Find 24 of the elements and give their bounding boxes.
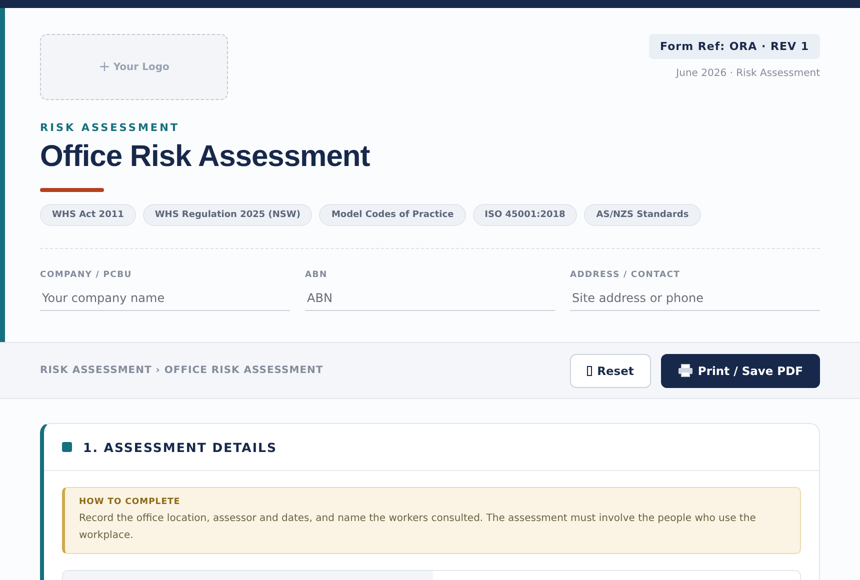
input-field[interactable]: Site address or phone xyxy=(570,287,820,311)
note-heading: HOW TO COMPLETE xyxy=(79,497,182,507)
standard-tag: ISO 45001:2018 xyxy=(472,204,578,226)
printer-icon xyxy=(678,364,693,377)
square-icon xyxy=(62,442,72,452)
print-button[interactable]: Print / Save PDF xyxy=(660,354,820,388)
field-label: ABN xyxy=(305,270,328,280)
section-title: 1. ASSESSMENT DETAILS xyxy=(83,440,277,454)
field-label: ADDRESS / CONTACT xyxy=(570,270,682,280)
standard-tag: Model Codes of Practice xyxy=(319,204,466,226)
date-line: June 2026 · Risk Assessment xyxy=(676,68,820,79)
breadcrumb: RISK ASSESSMENT › OFFICE RISK ASSESSMENT xyxy=(40,365,324,376)
eyebrow-label: RISK ASSESSMENT xyxy=(40,122,181,134)
form-ref-badge: Form Ref: ORA · REV 1 xyxy=(649,34,820,59)
standard-tag: WHS Act 2011 xyxy=(40,204,136,226)
input-field[interactable]: ABN xyxy=(305,287,555,311)
field-label: COMPANY / PCBU xyxy=(40,270,133,280)
input-field[interactable]: Your company name xyxy=(40,287,290,311)
page-title: Office Risk Assessment xyxy=(40,140,371,174)
reset-icon xyxy=(587,366,592,376)
note-text: Record the office location, assessor and dates, and name the workers consulted. The assessment must involve the people who use the workplace. xyxy=(79,512,757,543)
standard-tag: AS/NZS Standards xyxy=(584,204,701,226)
standard-tag: WHS Regulation 2025 (NSW) xyxy=(142,204,312,226)
reset-button[interactable]: Reset xyxy=(570,354,651,388)
